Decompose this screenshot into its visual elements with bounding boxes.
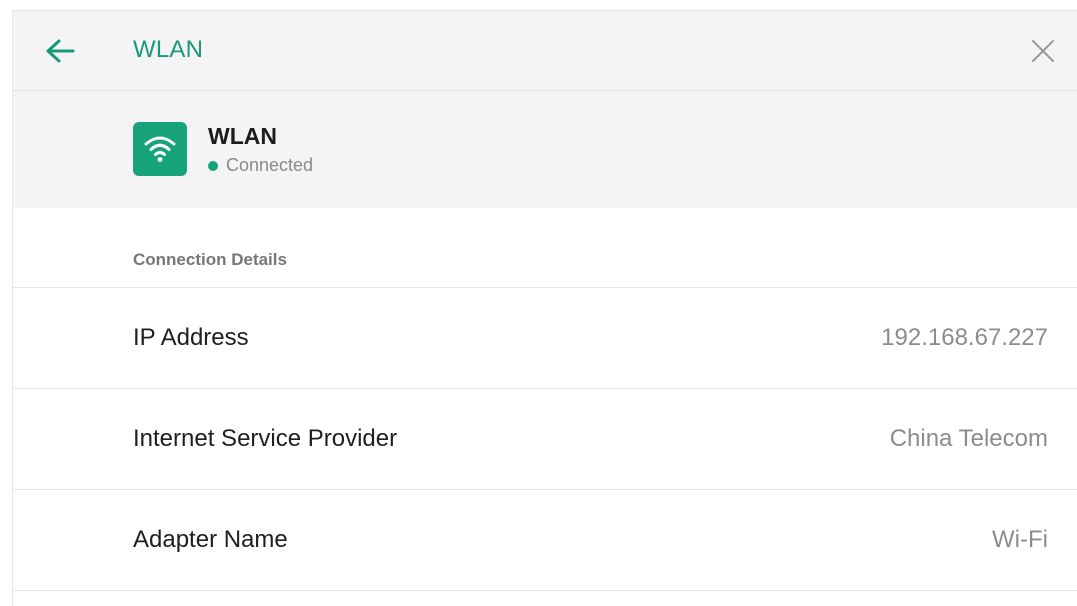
detail-label: Internet Service Provider: [133, 425, 398, 452]
detail-row-isp: Internet Service Provider China Telecom: [13, 389, 1077, 490]
wlan-details-window: WLAN WLAN Connected Connection Details I…: [12, 10, 1077, 606]
connection-status: Connected: [208, 155, 313, 176]
detail-row-adapter-name: Adapter Name Wi-Fi: [13, 490, 1077, 591]
close-icon: [1032, 40, 1054, 62]
connection-details-header: Connection Details: [13, 208, 1077, 288]
detail-value: 192.168.67.227: [881, 324, 1048, 351]
title-bar: WLAN: [13, 11, 1077, 91]
detail-value: China Telecom: [889, 425, 1048, 452]
status-dot-icon: [208, 160, 218, 171]
detail-label: Adapter Name: [133, 526, 288, 553]
page-title: WLAN: [133, 36, 204, 63]
network-summary: WLAN Connected: [13, 91, 1077, 208]
detail-row-ip-address: IP Address 192.168.67.227: [13, 288, 1077, 389]
arrow-left-icon: [46, 39, 75, 63]
back-button[interactable]: [43, 35, 77, 67]
section-title: Connection Details: [133, 250, 287, 269]
detail-value: Wi-Fi: [992, 526, 1048, 553]
close-button[interactable]: [1027, 35, 1059, 67]
status-text: Connected: [226, 155, 314, 175]
network-name: WLAN: [208, 123, 277, 149]
wifi-icon: [133, 122, 187, 176]
detail-label: IP Address: [133, 324, 249, 351]
